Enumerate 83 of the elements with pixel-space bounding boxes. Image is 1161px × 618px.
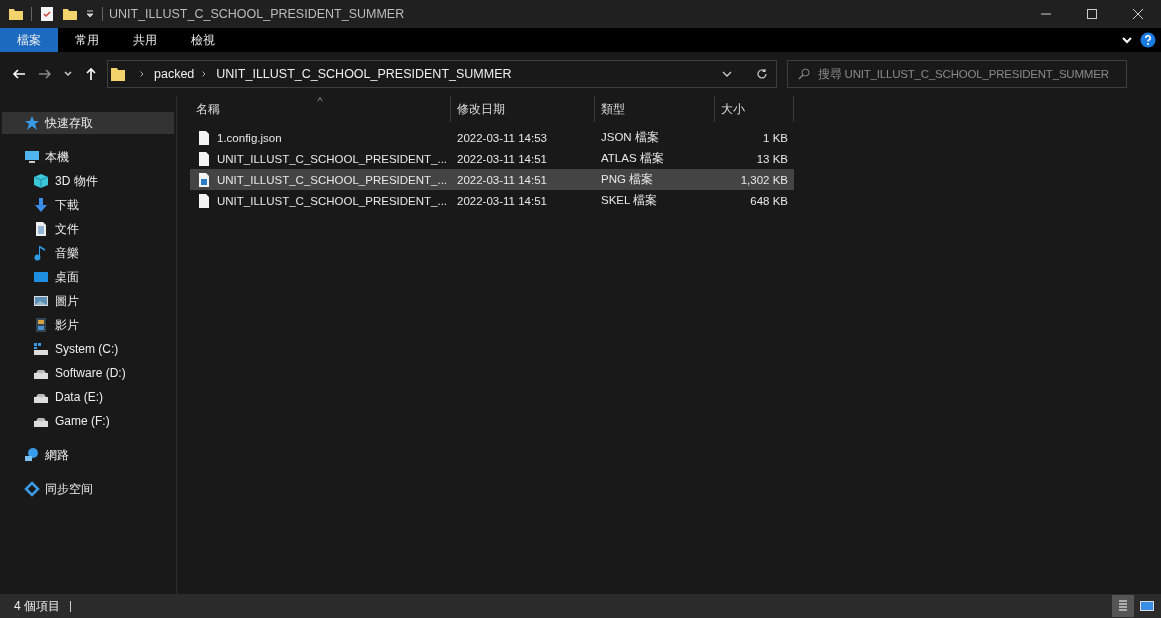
sidebar-item[interactable]: 文件 — [2, 218, 174, 240]
sidebar-item[interactable]: 3D 物件 — [2, 170, 174, 192]
down-arrow-icon — [33, 197, 49, 213]
ribbon-tab[interactable]: 檢視 — [174, 28, 232, 52]
sidebar-item[interactable]: Data (E:) — [2, 386, 174, 408]
search-icon — [798, 68, 810, 80]
breadcrumb-link[interactable]: UNIT_ILLUST_C_SCHOOL_PRESIDENT_SUMMER — [216, 67, 512, 81]
ribbon-tab[interactable]: 檔案 — [0, 28, 58, 52]
table-cell-text: SKEL 檔案 — [600, 193, 659, 208]
item-count: 4 個項目 — [14, 597, 60, 615]
dropdown-icon[interactable] — [85, 9, 95, 19]
refresh-icon[interactable] — [756, 68, 768, 80]
chevron-right-icon[interactable] — [138, 70, 146, 78]
file-name: 1.config.json — [217, 131, 282, 144]
file-row[interactable]: UNIT_ILLUST_C_SCHOOL_PRESIDENT_... 2022-03-11 14:51 SKEL 檔案 648 KB — [190, 190, 794, 211]
file-icon — [196, 150, 212, 167]
table-cell-text: JSON 檔案 — [600, 130, 660, 145]
image-file-icon — [196, 171, 212, 188]
table-cell-text: 2022-03-11 14:51 — [456, 151, 548, 167]
sidebar-item[interactable]: 同步空间 — [2, 478, 174, 500]
sidebar-item[interactable]: 下載 — [2, 194, 174, 216]
maximize-icon — [1087, 9, 1097, 19]
picture-icon — [33, 293, 49, 309]
sort-caret-icon — [315, 96, 325, 102]
table-cell-text: 13 KB — [755, 151, 789, 167]
address-bar[interactable]: packed UNIT_ILLUST_C_SCHOOL_PRESIDENT_SUMMER — [107, 60, 777, 88]
file-name: UNIT_ILLUST_C_SCHOOL_PRESIDENT_... — [217, 152, 448, 165]
sidebar-item[interactable]: 本機 — [2, 146, 174, 168]
file-icon — [196, 192, 212, 209]
sidebar-item[interactable]: 桌面 — [2, 266, 174, 288]
drive-icon — [33, 341, 49, 357]
film-icon — [33, 317, 49, 333]
back-arrow-icon[interactable] — [12, 67, 26, 81]
document-icon — [33, 221, 49, 237]
help-icon[interactable] — [1140, 32, 1156, 48]
table-cell-text: PNG 檔案 — [600, 172, 655, 187]
sidebar-item[interactable]: System (C:) — [2, 338, 174, 360]
ribbon-tab[interactable]: 共用 — [116, 28, 174, 52]
up-arrow-icon[interactable] — [84, 67, 98, 81]
search-field[interactable]: 搜尋 UNIT_ILLUST_C_SCHOOL_PRESIDENT_SUMMER — [787, 60, 1127, 88]
close-icon — [1133, 9, 1143, 19]
checklist-icon[interactable] — [39, 6, 55, 22]
desktop-icon — [33, 269, 49, 285]
file-row[interactable]: 1.config.json 2022-03-11 14:53 JSON 檔案 1 KB — [190, 127, 794, 148]
sidebar-item[interactable]: 快速存取 — [2, 112, 174, 134]
breadcrumb-link[interactable]: packed — [154, 67, 195, 81]
sidebar-item[interactable]: 網路 — [2, 444, 174, 466]
column-header[interactable]: 大小 — [715, 96, 794, 122]
large-icons-view-icon — [1139, 598, 1155, 614]
file-icon — [196, 129, 212, 146]
file-row[interactable]: UNIT_ILLUST_C_SCHOOL_PRESIDENT_... 2022-03-11 14:51 PNG 檔案 1,302 KB — [190, 169, 794, 190]
file-name: UNIT_ILLUST_C_SCHOOL_PRESIDENT_... — [217, 194, 448, 207]
chevron-down-icon[interactable] — [1122, 35, 1132, 45]
table-cell-text: 2022-03-11 14:51 — [456, 193, 548, 209]
diamond-icon — [24, 481, 40, 497]
chevron-down-icon[interactable] — [64, 70, 72, 78]
file-row[interactable]: UNIT_ILLUST_C_SCHOOL_PRESIDENT_... 2022-03-11 14:51 ATLAS 檔案 13 KB — [190, 148, 794, 169]
folder-icon — [110, 66, 126, 82]
globe-icon — [24, 447, 40, 463]
star-icon — [24, 115, 40, 131]
folder-icon[interactable] — [8, 6, 24, 22]
window-title: UNIT_ILLUST_C_SCHOOL_PRESIDENT_SUMMER — [109, 7, 406, 21]
table-cell-text: 2022-03-11 14:53 — [456, 130, 548, 146]
forward-arrow-icon[interactable] — [38, 67, 52, 81]
column-header[interactable]: 類型 — [595, 96, 715, 122]
sidebar-item[interactable]: 音樂 — [2, 242, 174, 264]
sidebar-item[interactable]: Game (F:) — [2, 410, 174, 432]
folder-icon[interactable] — [62, 6, 78, 22]
table-cell-text: ATLAS 檔案 — [600, 151, 665, 166]
computer-icon — [24, 149, 40, 165]
sidebar-item[interactable]: 影片 — [2, 314, 174, 336]
ribbon-tab[interactable]: 常用 — [58, 28, 116, 52]
file-name: UNIT_ILLUST_C_SCHOOL_PRESIDENT_... — [217, 173, 448, 186]
column-header[interactable]: 修改日期 — [451, 96, 595, 122]
table-cell-text: 1 KB — [762, 130, 789, 146]
column-header[interactable]: 名稱 — [190, 96, 451, 122]
sidebar-item[interactable]: 圖片 — [2, 290, 174, 312]
table-cell-text: 648 KB — [749, 193, 789, 209]
sidebar-item[interactable]: Software (D:) — [2, 362, 174, 384]
cube-icon — [33, 173, 49, 189]
chevron-down-icon[interactable] — [722, 69, 732, 79]
table-cell-text: 1,302 KB — [739, 172, 789, 188]
table-cell-text: 2022-03-11 14:51 — [456, 172, 548, 188]
